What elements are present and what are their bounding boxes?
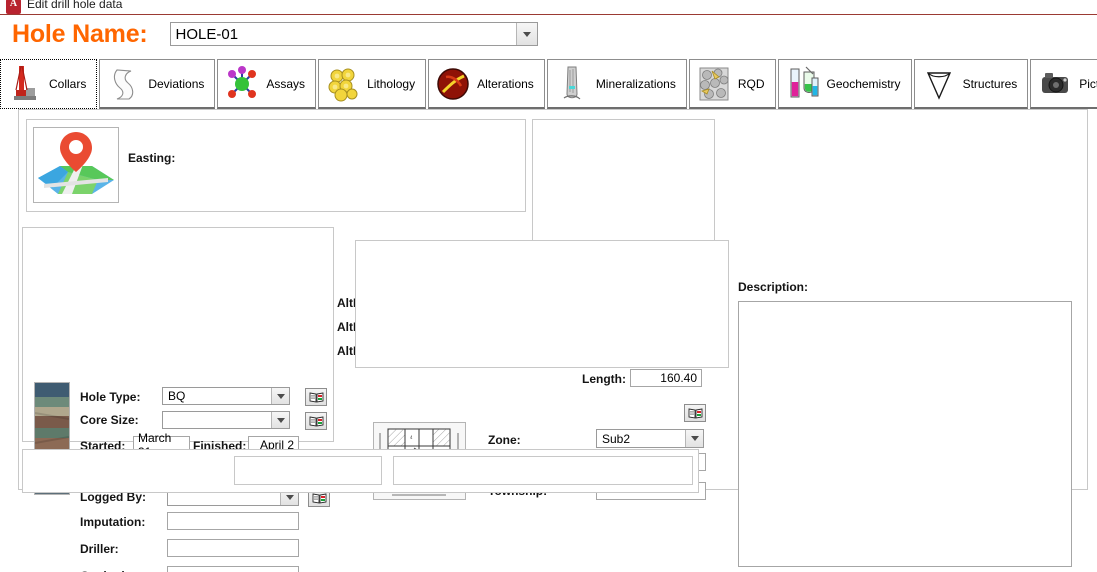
description-textarea[interactable]: [738, 301, 1072, 567]
page-title: Hole Name:: [12, 20, 148, 49]
tab-strip: Collars Deviations: [0, 53, 1097, 109]
tab-rqd[interactable]: RQD: [689, 59, 776, 109]
survey-group: [532, 119, 715, 245]
tab-label: RQD: [738, 77, 765, 91]
rubble-icon: [696, 64, 732, 104]
tab-alterations[interactable]: Alterations: [428, 59, 545, 109]
lookup-book-icon: [312, 492, 327, 504]
casing-group: [234, 456, 382, 485]
molecule-icon: [224, 64, 260, 104]
length-input[interactable]: 160.40: [630, 369, 702, 387]
red-sphere-icon: [435, 64, 471, 104]
bent-tube-icon: [106, 64, 142, 104]
tab-label: Alterations: [477, 77, 534, 91]
rock-cluster-icon: [325, 64, 361, 104]
access-database-icon: [6, 0, 21, 14]
hole-type-value: BQ: [163, 389, 271, 403]
imputation-label: Imputation:: [80, 515, 145, 529]
hole-type-lookup-button[interactable]: [305, 388, 327, 406]
tab-picture[interactable]: Picture: [1030, 59, 1097, 109]
hole-name-value: HOLE-01: [171, 26, 516, 43]
tab-label: Lithology: [367, 77, 415, 91]
geologist-input[interactable]: [167, 566, 299, 572]
tab-label: Picture: [1079, 77, 1097, 91]
tab-lithology[interactable]: Lithology: [318, 59, 426, 109]
hole-type-select[interactable]: BQ: [162, 387, 290, 405]
drill-rig-icon: [7, 64, 43, 104]
length-label: Length:: [582, 372, 626, 386]
imputation-input[interactable]: [167, 512, 299, 530]
claim-group: [355, 240, 729, 368]
core-stick-icon: [554, 64, 590, 104]
easting-label: Easting:: [128, 151, 175, 165]
hole-type-label: Hole Type:: [80, 390, 140, 404]
test-tubes-icon: [785, 64, 821, 104]
collars-panel: Easting: 50.00 Northing: 125.00 Elevatio…: [0, 109, 1097, 519]
chevron-down-icon[interactable]: [271, 388, 289, 404]
tab-collars[interactable]: Collars: [0, 59, 97, 109]
core-size-select[interactable]: [162, 411, 290, 429]
hole-name-select[interactable]: HOLE-01: [170, 22, 538, 46]
tab-structures[interactable]: Structures: [914, 59, 1029, 109]
driller-input[interactable]: [167, 539, 299, 557]
zone-value: Sub2: [597, 432, 685, 446]
tab-mineralizations[interactable]: Mineralizations: [547, 59, 687, 109]
zone-select[interactable]: Sub2: [596, 429, 704, 448]
lookup-book-icon: [309, 415, 324, 427]
core-size-label: Core Size:: [80, 413, 139, 427]
tab-label: Structures: [963, 77, 1018, 91]
lookup-book-icon: [688, 407, 703, 419]
zone-label: Zone:: [488, 433, 521, 447]
tab-label: Geochemistry: [827, 77, 901, 91]
v-cone-icon: [921, 64, 957, 104]
camera-icon: [1037, 64, 1073, 104]
tab-label: Deviations: [148, 77, 204, 91]
core-size-lookup-button[interactable]: [305, 412, 327, 430]
driller-label: Driller:: [80, 542, 119, 556]
tab-label: Collars: [49, 77, 86, 91]
window-title: Edit drill hole data: [27, 0, 122, 11]
hole-name-row: Hole Name: HOLE-01: [0, 15, 1097, 51]
claim-lookup-button[interactable]: [684, 404, 706, 422]
tab-assays[interactable]: Assays: [217, 59, 316, 109]
chevron-down-icon[interactable]: [271, 412, 289, 428]
chevron-down-icon[interactable]: [685, 430, 703, 447]
tab-label: Assays: [266, 77, 305, 91]
tab-label: Mineralizations: [596, 77, 676, 91]
chevron-down-icon[interactable]: [516, 23, 537, 45]
tab-geochemistry[interactable]: Geochemistry: [778, 59, 912, 109]
window-titlebar: Edit drill hole data: [0, 0, 1097, 14]
oriented-core-group: [393, 456, 693, 485]
map-pin-thumbnail: [33, 127, 119, 203]
lookup-book-icon: [309, 391, 324, 403]
description-label: Description:: [738, 280, 808, 294]
tab-deviations[interactable]: Deviations: [99, 59, 215, 109]
